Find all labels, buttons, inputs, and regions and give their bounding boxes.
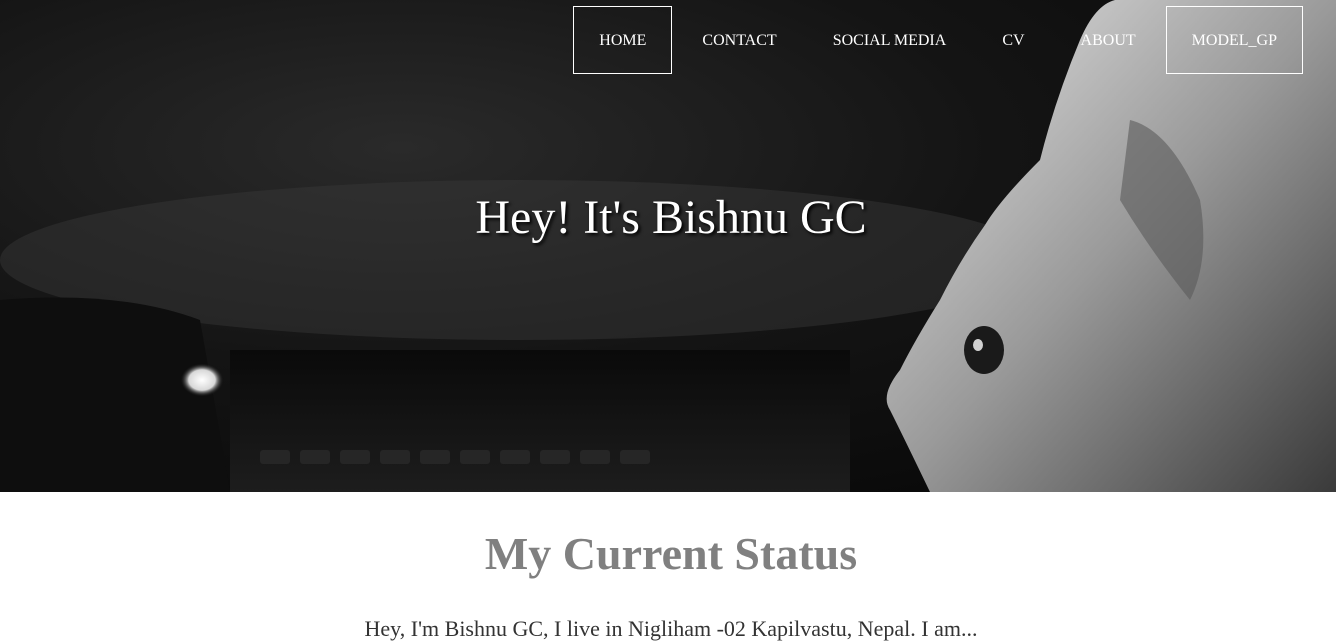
top-navigation: HOME CONTACT SOCIAL MEDIA CV ABOUT MODEL… [569, 6, 1303, 74]
nav-social-media-link[interactable]: SOCIAL MEDIA [807, 6, 973, 74]
status-paragraph: Hey, I'm Bishnu GC, I live in Nigliham -… [364, 616, 978, 641]
nav-about-link[interactable]: ABOUT [1055, 6, 1162, 74]
nav-model-gp-link[interactable]: MODEL_GP [1165, 6, 1303, 74]
nav-home-link[interactable]: HOME [573, 6, 673, 74]
status-heading: My Current Status [484, 528, 858, 579]
nav-cv-link[interactable]: CV [976, 6, 1050, 74]
nav-contact-link[interactable]: CONTACT [676, 6, 802, 74]
hero-banner: HOME CONTACT SOCIAL MEDIA CV ABOUT MODEL… [0, 0, 1336, 492]
hero-title: Hey! It's Bishnu GC [475, 191, 867, 244]
